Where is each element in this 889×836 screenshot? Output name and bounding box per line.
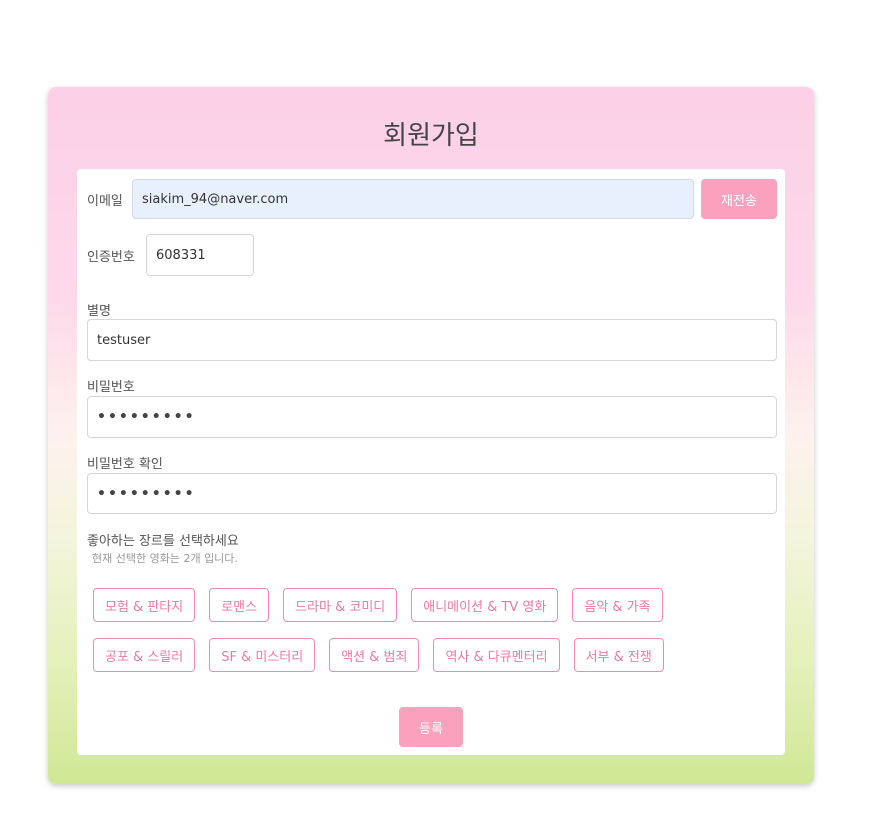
genre-button[interactable]: 공포 & 스릴러 [93, 638, 196, 672]
password-confirm-value: ••••••••• [97, 485, 196, 502]
genre-row-2: 공포 & 스릴러 SF & 미스터리 액션 & 범죄 역사 & 다큐멘터리 서부… [93, 638, 773, 672]
email-field[interactable]: siakim_94@naver.com [132, 179, 694, 219]
email-label: 이메일 [87, 194, 123, 209]
code-label: 인증번호 [87, 250, 135, 265]
genre-button[interactable]: 액션 & 범죄 [329, 638, 420, 672]
nickname-value: testuser [97, 332, 151, 348]
password-field[interactable]: ••••••••• [87, 396, 777, 438]
genre-button[interactable]: 로맨스 [209, 588, 270, 622]
genre-button[interactable]: 역사 & 다큐멘터리 [433, 638, 560, 672]
resend-button[interactable]: 재전송 [701, 179, 777, 219]
submit-button[interactable]: 등록 [399, 707, 463, 747]
genre-row-1: 모험 & 판타지 로맨스 드라마 & 코미디 애니메이션 & TV 영화 음악 … [93, 588, 773, 622]
genre-button[interactable]: 서부 & 전쟁 [573, 638, 664, 672]
genre-button[interactable]: SF & 미스터리 [209, 638, 316, 672]
genre-button[interactable]: 애니메이션 & TV 영화 [411, 588, 559, 622]
password-confirm-label: 비밀번호 확인 [87, 457, 163, 472]
genre-hint: 현재 선택한 영화는 2개 입니다. [92, 552, 238, 565]
verification-code-field[interactable]: 608331 [146, 234, 254, 276]
nickname-field[interactable]: testuser [87, 319, 777, 361]
page-title: 회원가입 [383, 121, 479, 151]
signup-form: 이메일 siakim_94@naver.com 재전송 인증번호 608331 … [77, 169, 785, 755]
genre-list: 모험 & 판타지 로맨스 드라마 & 코미디 애니메이션 & TV 영화 음악 … [93, 588, 773, 688]
genre-button[interactable]: 음악 & 가족 [572, 588, 663, 622]
genre-button[interactable]: 모험 & 판타지 [93, 588, 196, 622]
password-value: ••••••••• [97, 409, 196, 425]
genre-prompt: 좋아하는 장르를 선택하세요 [87, 534, 239, 549]
signup-card: 회원가입 이메일 siakim_94@naver.com 재전송 인증번호 60… [48, 87, 814, 784]
password-label: 비밀번호 [87, 380, 135, 395]
nickname-label: 별명 [87, 304, 111, 319]
genre-button[interactable]: 드라마 & 코미디 [283, 588, 398, 622]
code-value: 608331 [156, 247, 206, 263]
email-value: siakim_94@naver.com [142, 191, 289, 207]
password-confirm-field[interactable]: ••••••••• [87, 473, 777, 514]
